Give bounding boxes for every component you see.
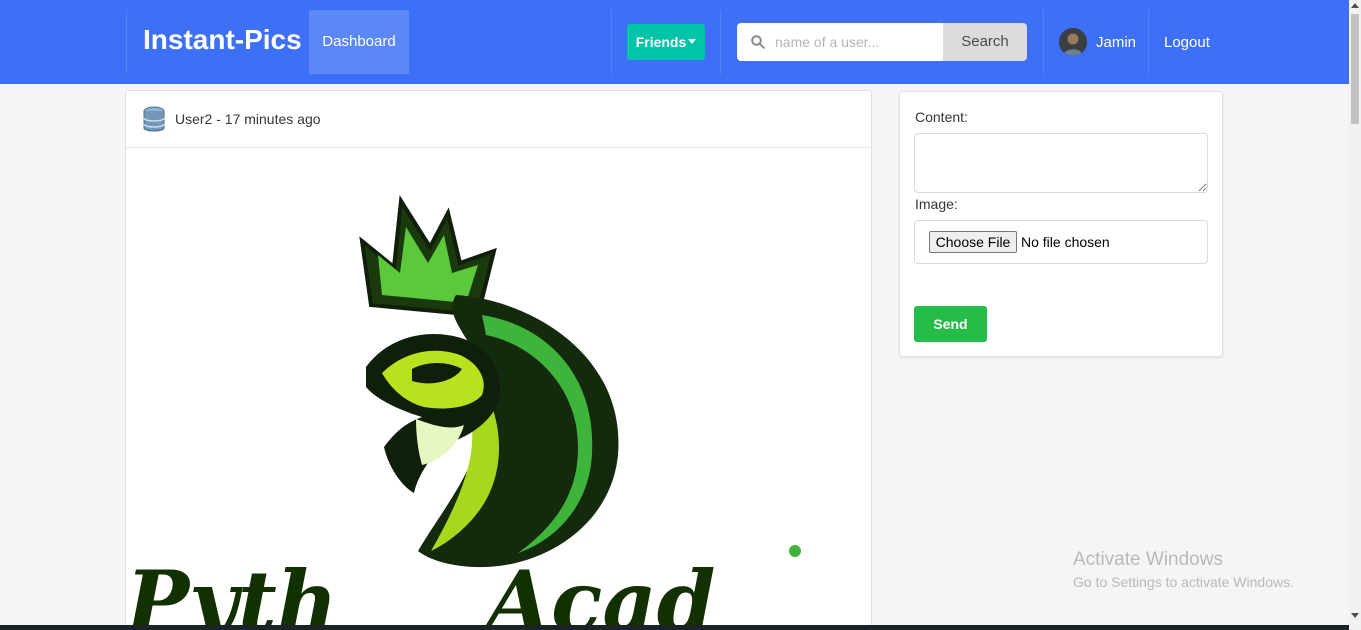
scroll-thumb[interactable] [1351,14,1359,124]
user-photo-icon [1059,28,1087,56]
nav-divider [611,10,612,74]
choose-file-button[interactable]: Choose File [929,231,1017,253]
top-navbar: Instant-Pics Dashboard Friends Search Ja… [0,0,1349,84]
caret-down-icon [688,39,697,45]
vertical-scrollbar[interactable] [1349,0,1361,630]
content-textarea[interactable] [914,133,1208,193]
activate-windows-title: Activate Windows [1073,549,1223,570]
friends-dropdown-button[interactable]: Friends [627,24,705,60]
nav-divider [1043,10,1044,74]
user-name-link[interactable]: Jamin [1096,34,1136,51]
taskbar-edge [0,625,1349,630]
nav-dashboard-link[interactable]: Dashboard [309,10,409,74]
scroll-down-arrow-icon[interactable] [1351,613,1359,618]
content-label: Content: [915,109,968,125]
nav-divider [1148,10,1149,74]
svg-text:Pyth: Pyth [126,552,338,630]
python-snake-logo-icon[interactable]: Pyth Acad [126,155,872,630]
nav-divider [126,10,127,74]
friends-label: Friends [635,34,687,50]
file-status-text: No file chosen [1021,234,1110,250]
image-label: Image: [915,196,958,212]
logout-link[interactable]: Logout [1164,34,1210,51]
image-file-field: Choose File No file chosen [914,220,1208,264]
nav-divider [720,10,721,74]
search-icon [751,35,765,49]
svg-text:Acad: Acad [479,552,715,630]
user-avatar-icon [143,106,165,132]
send-button[interactable]: Send [914,306,987,342]
post-card: User2 - 17 minutes ago Pyth Acad [125,90,872,630]
scroll-up-arrow-icon[interactable] [1351,3,1359,8]
post-author-time: User2 - 17 minutes ago [175,111,321,127]
activate-windows-subtitle: Go to Settings to activate Windows. [1073,574,1294,590]
brand-logo[interactable]: Instant-Pics [143,24,302,56]
user-avatar[interactable] [1059,28,1087,56]
new-post-form: Content: Image: Choose File No file chos… [899,91,1223,357]
search-input[interactable] [775,23,935,61]
search-button[interactable]: Search [943,23,1027,61]
search-field [737,23,943,61]
post-header: User2 - 17 minutes ago [126,91,871,148]
